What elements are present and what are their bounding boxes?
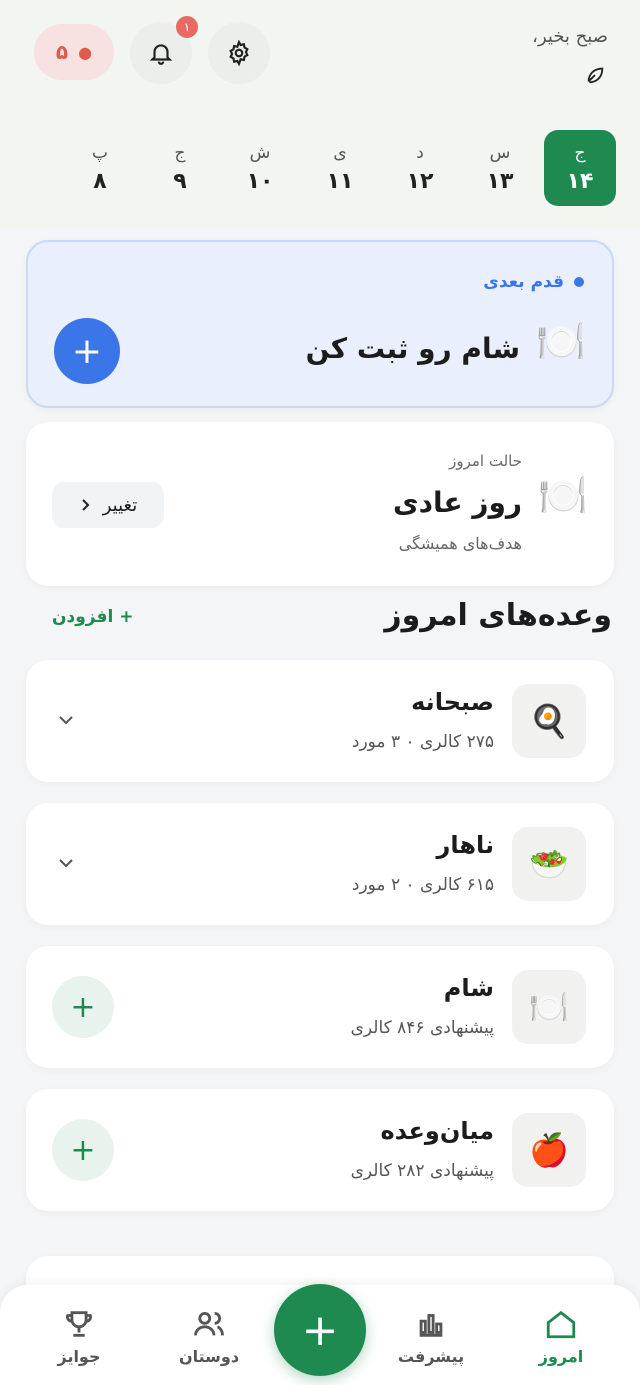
day-letter: س xyxy=(489,142,511,163)
plate-icon: 🍽️ xyxy=(536,319,586,365)
add-dinner-button[interactable]: + xyxy=(52,976,114,1038)
meal-card-snack[interactable]: 🍎 میان‌وعده پیشنهادی ۲۸۲ کالری + xyxy=(26,1089,614,1211)
chevron-right-icon xyxy=(82,499,90,511)
meal-card-breakfast[interactable]: 🍳 صبحانه ۲۷۵ کالری ۰ ۳ مورد xyxy=(26,660,614,782)
greeting-text: صبح بخیر، xyxy=(532,26,608,47)
leaf-icon xyxy=(587,67,604,84)
day-number: ۱۳ xyxy=(486,168,514,194)
meal-name: صبحانه xyxy=(411,688,494,716)
meal-info: پیشنهادی ۸۴۶ کالری xyxy=(350,1018,494,1038)
apple-icon: 🍎 xyxy=(512,1113,586,1187)
nav-progress-label: پیشرفت xyxy=(397,1347,465,1366)
notification-badge: ۱ xyxy=(176,16,198,38)
bar-chart-icon xyxy=(419,1314,443,1337)
nav-today-label: امروز xyxy=(538,1347,584,1366)
dot-icon xyxy=(574,277,584,287)
day-number: ۸ xyxy=(93,168,107,194)
header: صبح بخیر، ۱ ۵ ● ج ۱۴ س ۱۳ د ۱۲ ی ۱۱ ش ۱۰… xyxy=(0,0,640,228)
day-letter: د xyxy=(416,142,424,163)
salad-icon: 🥗 xyxy=(512,827,586,901)
day-mode-subtitle: هدف‌های همیشگی xyxy=(398,534,522,553)
plate-icon: 🍽️ xyxy=(512,970,586,1044)
day-letter: ش xyxy=(249,142,271,163)
next-step-card[interactable]: قدم بعدی 🍽️ شام رو ثبت کن + xyxy=(26,240,614,408)
day-mode-title: روز عادی xyxy=(392,486,522,519)
users-icon xyxy=(194,1311,224,1336)
day-number: ۱۴ xyxy=(566,168,594,194)
day-item-9[interactable]: ج ۹ xyxy=(144,130,216,206)
meal-card-lunch[interactable]: 🥗 ناهار ۶۱۵ کالری ۰ ۲ مورد xyxy=(26,803,614,925)
nav-today[interactable]: امروز xyxy=(506,1307,616,1366)
settings-button[interactable] xyxy=(208,22,270,84)
nav-progress[interactable]: پیشرفت xyxy=(376,1307,486,1366)
flame-icon: ● xyxy=(78,42,93,62)
day-item-14[interactable]: ج ۱۴ xyxy=(544,130,616,206)
change-mode-label: تغییر xyxy=(102,494,138,516)
next-step-label: قدم بعدی xyxy=(483,272,584,292)
day-item-12[interactable]: د ۱۲ xyxy=(384,130,456,206)
bell-icon xyxy=(149,44,173,65)
change-mode-button[interactable]: تغییر xyxy=(52,482,164,528)
day-number: ۱۱ xyxy=(326,168,354,194)
day-number: ۱۰ xyxy=(246,168,274,194)
fried-egg-icon: 🍳 xyxy=(512,684,586,758)
chevron-down-icon[interactable] xyxy=(56,710,76,730)
day-letter: ی xyxy=(333,142,347,163)
nav-friends[interactable]: دوستان xyxy=(154,1307,264,1366)
home-icon xyxy=(546,1310,576,1339)
meal-card-dinner[interactable]: 🍽️ شام پیشنهادی ۸۴۶ کالری + xyxy=(26,946,614,1068)
chevron-down-icon[interactable] xyxy=(56,853,76,873)
add-fab-button[interactable]: + xyxy=(274,1284,366,1376)
day-mode-label: حالت امروز xyxy=(449,452,522,470)
meal-name: میان‌وعده xyxy=(380,1117,495,1145)
next-step-title: شام رو ثبت کن xyxy=(305,332,520,365)
meal-name: شام xyxy=(443,974,494,1002)
gear-icon xyxy=(229,40,249,66)
meal-info: ۲۷۵ کالری ۰ ۳ مورد xyxy=(351,732,494,752)
next-step-label-text: قدم بعدی xyxy=(483,272,564,292)
day-item-10[interactable]: ش ۱۰ xyxy=(224,130,296,206)
nav-rewards[interactable]: جوایز xyxy=(24,1307,134,1366)
plate-icon: 🍽️ xyxy=(538,473,588,519)
day-letter: پ xyxy=(92,142,109,163)
day-number: ۹ xyxy=(173,168,187,194)
day-mode-card: حالت امروز 🍽️ روز عادی هدف‌های همیشگی تغ… xyxy=(26,422,614,586)
day-item-11[interactable]: ی ۱۱ xyxy=(304,130,376,206)
nav-friends-label: دوستان xyxy=(178,1347,240,1366)
log-dinner-button[interactable]: + xyxy=(54,318,120,384)
streak-badge[interactable]: ۵ ● xyxy=(34,24,114,80)
notifications-button[interactable]: ۱ xyxy=(130,16,198,84)
meal-info: ۶۱۵ کالری ۰ ۲ مورد xyxy=(351,875,494,895)
meal-name: ناهار xyxy=(436,831,495,859)
meals-section-title: وعده‌های امروز xyxy=(384,598,612,633)
meal-info: پیشنهادی ۲۸۲ کالری xyxy=(350,1161,494,1181)
streak-count: ۵ xyxy=(55,40,69,64)
week-day-selector: ج ۱۴ س ۱۳ د ۱۲ ی ۱۱ ش ۱۰ ج ۹ پ ۸ xyxy=(56,130,616,208)
trophy-icon xyxy=(66,1311,92,1337)
day-item-13[interactable]: س ۱۳ xyxy=(464,130,536,206)
day-letter: ج xyxy=(174,142,186,163)
day-item-8[interactable]: پ ۸ xyxy=(64,130,136,206)
nav-rewards-label: جوایز xyxy=(57,1347,101,1366)
day-number: ۱۲ xyxy=(406,168,434,194)
add-meal-button[interactable]: + افزودن xyxy=(52,607,134,627)
day-letter: ج xyxy=(574,142,586,163)
add-snack-button[interactable]: + xyxy=(52,1119,114,1181)
